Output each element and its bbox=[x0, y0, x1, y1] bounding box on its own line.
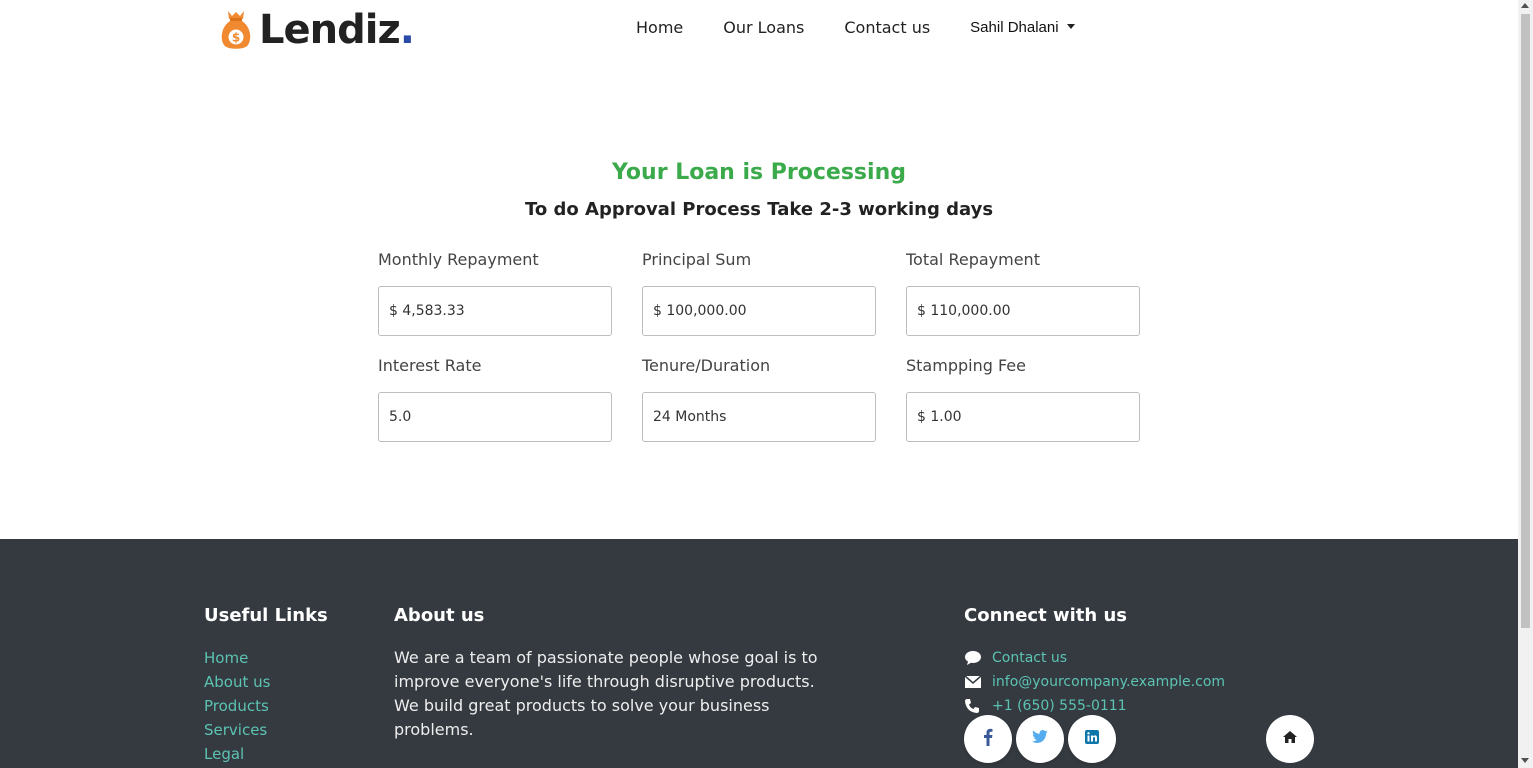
field-label: Total Repayment bbox=[906, 250, 1040, 269]
money-bag-icon: $ bbox=[219, 9, 253, 51]
site-header: $ Lendiz. Home Our Loans Contact us Sahi… bbox=[0, 0, 1518, 60]
about-heading: About us bbox=[394, 605, 485, 626]
monthly-repayment-field: Monthly Repayment $ 4,583.33 bbox=[378, 250, 612, 336]
linkedin-button[interactable] bbox=[1068, 715, 1116, 763]
site-footer: Useful Links Home About us Products Serv… bbox=[0, 539, 1518, 768]
twitter-button[interactable] bbox=[1016, 715, 1064, 763]
main-nav: Home Our Loans Contact us Sahil Dhalani bbox=[636, 18, 1075, 37]
caret-down-icon bbox=[1066, 24, 1075, 29]
page-scrollbar[interactable] bbox=[1518, 0, 1533, 768]
contact-us-label: Contact us bbox=[992, 650, 1068, 666]
home-icon bbox=[1283, 730, 1297, 748]
facebook-icon bbox=[983, 728, 993, 751]
field-label: Principal Sum bbox=[642, 250, 752, 269]
page-subtitle: To do Approval Process Take 2-3 working … bbox=[524, 199, 994, 220]
footer-link-services[interactable]: Services bbox=[204, 718, 328, 742]
scroll-up-arrow-icon[interactable] bbox=[1521, 3, 1529, 8]
brand-name: Lendiz bbox=[259, 7, 401, 53]
useful-links-heading: Useful Links bbox=[204, 605, 328, 626]
total-repayment-input[interactable]: $ 110,000.00 bbox=[906, 286, 1140, 336]
monthly-repayment-input[interactable]: $ 4,583.33 bbox=[378, 286, 612, 336]
email-label: info@yourcompany.example.com bbox=[992, 674, 1226, 690]
svg-text:$: $ bbox=[232, 31, 240, 45]
scrollbar-thumb[interactable] bbox=[1521, 14, 1530, 628]
principal-sum-input[interactable]: $ 100,000.00 bbox=[642, 286, 876, 336]
nav-contact-us[interactable]: Contact us bbox=[844, 18, 930, 37]
brand-logo[interactable]: $ Lendiz. bbox=[219, 7, 415, 53]
about-section: About us We are a team of passionate peo… bbox=[394, 605, 834, 742]
total-repayment-field: Total Repayment $ 110,000.00 bbox=[906, 250, 1140, 336]
contact-us-link[interactable]: Contact us bbox=[964, 646, 1225, 670]
field-label: Stampping Fee bbox=[906, 356, 1026, 375]
email-link[interactable]: info@yourcompany.example.com bbox=[964, 670, 1225, 694]
about-text: We are a team of passionate people whose… bbox=[394, 648, 818, 739]
useful-links-section: Useful Links Home About us Products Serv… bbox=[204, 605, 328, 766]
footer-link-about-us[interactable]: About us bbox=[204, 670, 328, 694]
connect-section: Connect with us Contact us info@yourcomp… bbox=[964, 605, 1225, 718]
interest-rate-input[interactable]: 5.0 bbox=[378, 392, 612, 442]
tenure-duration-input[interactable]: 24 Months bbox=[642, 392, 876, 442]
home-button[interactable] bbox=[1266, 715, 1314, 763]
nav-home[interactable]: Home bbox=[636, 18, 683, 37]
user-menu-dropdown[interactable]: Sahil Dhalani bbox=[970, 19, 1075, 36]
tenure-duration-field: Tenure/Duration 24 Months bbox=[642, 356, 876, 442]
footer-link-legal[interactable]: Legal bbox=[204, 742, 328, 766]
scroll-down-arrow-icon[interactable] bbox=[1521, 758, 1529, 763]
chat-icon bbox=[964, 650, 992, 666]
facebook-button[interactable] bbox=[964, 715, 1012, 763]
twitter-icon bbox=[1032, 729, 1048, 749]
brand-dot: . bbox=[399, 7, 415, 53]
user-name: Sahil Dhalani bbox=[970, 19, 1059, 36]
linkedin-icon bbox=[1085, 729, 1099, 749]
footer-link-products[interactable]: Products bbox=[204, 694, 328, 718]
field-label: Monthly Repayment bbox=[378, 250, 539, 269]
page-title: Your Loan is Processing bbox=[612, 160, 906, 185]
connect-heading: Connect with us bbox=[964, 605, 1127, 626]
nav-our-loans[interactable]: Our Loans bbox=[723, 18, 804, 37]
interest-rate-field: Interest Rate 5.0 bbox=[378, 356, 612, 442]
envelope-icon bbox=[964, 675, 992, 689]
stamping-fee-field: Stampping Fee $ 1.00 bbox=[906, 356, 1140, 442]
field-label: Interest Rate bbox=[378, 356, 482, 375]
field-label: Tenure/Duration bbox=[642, 356, 771, 375]
principal-sum-field: Principal Sum $ 100,000.00 bbox=[642, 250, 876, 336]
stamping-fee-input[interactable]: $ 1.00 bbox=[906, 392, 1140, 442]
social-links bbox=[964, 715, 1120, 763]
phone-icon bbox=[964, 698, 992, 714]
footer-link-home[interactable]: Home bbox=[204, 646, 328, 670]
